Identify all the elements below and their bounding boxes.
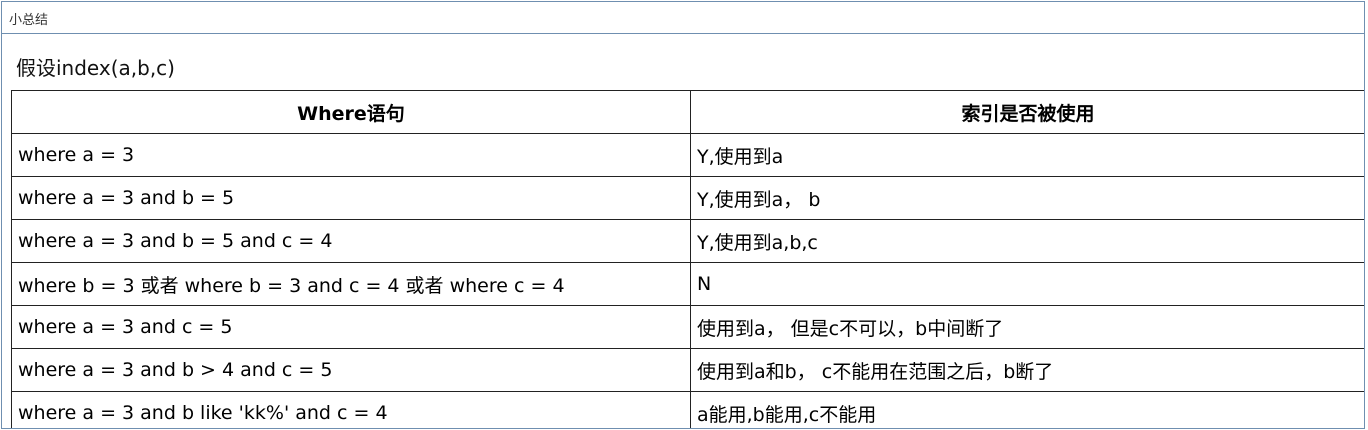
index-usage-cell: Y,使用到a,b,c — [690, 219, 1364, 263]
title-bar: 小总结 — [2, 2, 1364, 34]
table-row: where b = 3 或者 where b = 3 and c = 4 或者 … — [11, 262, 1364, 306]
table-row: where a = 3 and b = 5 Y,使用到a， b — [11, 176, 1364, 220]
table-row: where a = 3 and b > 4 and c = 5 使用到a和b， … — [11, 348, 1364, 392]
bottom-divider — [674, 428, 1365, 429]
where-clause-cell: where a = 3 and c = 5 — [11, 305, 691, 349]
where-clause-cell: where a = 3 — [11, 133, 691, 177]
index-usage-cell: Y,使用到a， b — [690, 176, 1364, 220]
where-clause-cell: where b = 3 或者 where b = 3 and c = 4 或者 … — [11, 262, 691, 306]
index-usage-cell: Y,使用到a — [690, 133, 1364, 177]
where-clause-cell: where a = 3 and b like 'kk%' and c = 4 — [11, 391, 691, 428]
index-usage-cell: a能用,b能用,c不能用 — [690, 391, 1364, 428]
index-usage-table: Where语句 索引是否被使用 where a = 3 Y,使用到a where… — [11, 90, 1364, 428]
index-usage-cell: 使用到a和b， c不能用在范围之后，b断了 — [690, 348, 1364, 392]
table-row: where a = 3 and c = 5 使用到a， 但是c不可以，b中间断了 — [11, 305, 1364, 349]
table-header-row: Where语句 索引是否被使用 — [11, 90, 1364, 134]
table-row: where a = 3 Y,使用到a — [11, 133, 1364, 177]
assumption-text: 假设index(a,b,c) — [16, 56, 175, 80]
document-window: 小总结 假设index(a,b,c) Where语句 索引是否被使用 where… — [1, 1, 1365, 429]
table-row: where a = 3 and b = 5 and c = 4 Y,使用到a,b… — [11, 219, 1364, 263]
window-title: 小总结 — [9, 13, 49, 28]
index-usage-cell: 使用到a， 但是c不可以，b中间断了 — [690, 305, 1364, 349]
where-clause-cell: where a = 3 and b = 5 and c = 4 — [11, 219, 691, 263]
table-row: where a = 3 and b like 'kk%' and c = 4 a… — [11, 391, 1364, 428]
column-header-where: Where语句 — [11, 90, 691, 134]
column-header-index-used: 索引是否被使用 — [690, 90, 1364, 134]
where-clause-cell: where a = 3 and b > 4 and c = 5 — [11, 348, 691, 392]
index-usage-cell: N — [690, 262, 1364, 306]
where-clause-cell: where a = 3 and b = 5 — [11, 176, 691, 220]
